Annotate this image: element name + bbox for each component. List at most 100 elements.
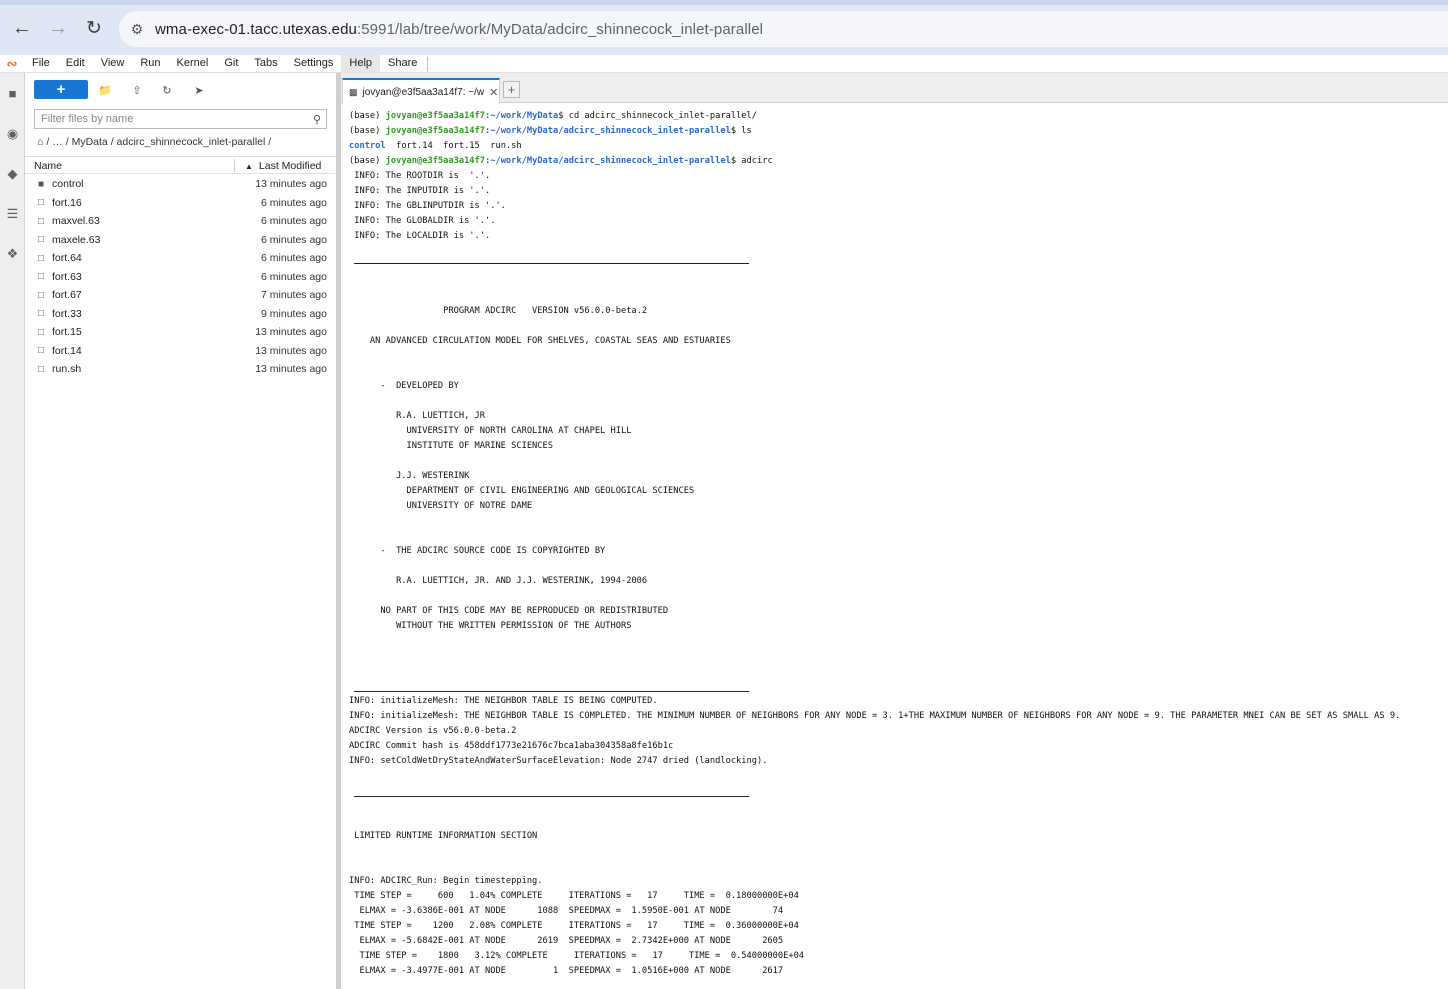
file-row-maxvel63[interactable]: □ maxvel.63 6 minutes ago [25, 212, 336, 231]
file-name: fort.63 [52, 270, 82, 283]
file-icon: □ [37, 197, 45, 208]
file-modified: 6 minutes ago [261, 270, 327, 283]
file-row-runsh[interactable]: □ run.sh 13 minutes ago [25, 360, 336, 379]
browser-tab-strip [0, 0, 1448, 5]
url-path: :5991/lab/tree/work/MyData/adcirc_shinne… [356, 20, 764, 38]
terminal-line: ADCIRC Version is v56.0.0-beta.2 [349, 726, 517, 736]
menu-share[interactable]: Share [380, 55, 425, 73]
breadcrumb-root[interactable]: / [46, 136, 49, 148]
file-modified: 13 minutes ago [255, 178, 327, 190]
menu-divider [427, 56, 429, 71]
prompt-env: (base) [349, 126, 386, 136]
menu-tabs[interactable]: Tabs [246, 55, 285, 73]
menu-edit[interactable]: Edit [58, 55, 93, 73]
git-icon[interactable]: ◆ [4, 165, 21, 182]
back-arrow-icon[interactable]: ← [8, 14, 36, 42]
file-icon: □ [37, 345, 45, 356]
terminal-line: J.J. WESTERINK [349, 471, 470, 481]
reload-icon[interactable]: ↻ [80, 14, 108, 42]
file-modified: 6 minutes ago [261, 215, 327, 227]
menubar: ∾ File Edit View Run Kernel Git Tabs Set… [0, 54, 1448, 73]
terminal-line: WITHOUT THE WRITTEN PERMISSION OF THE AU… [349, 621, 632, 631]
menu-git[interactable]: Git [216, 55, 246, 73]
terminal-line: R.A. LUETTICH, JR. AND J.J. WESTERINK, 1… [349, 576, 648, 586]
refresh-icon[interactable]: ↻ [159, 82, 175, 98]
forward-arrow-icon[interactable]: → [44, 14, 72, 42]
file-name: fort.15 [52, 326, 82, 338]
upload-icon[interactable]: ⇧ [129, 82, 145, 98]
filter-box[interactable]: ⚲ [34, 109, 327, 129]
file-name: fort.14 [52, 344, 82, 357]
file-icon: □ [37, 289, 45, 301]
menu-help[interactable]: Help [341, 54, 381, 73]
terminal-line: INFO: ADCIRC_Run: Begin timestepping. [349, 876, 543, 886]
terminal-line: ELMAX = -3.4977E-001 AT NODE 1 SPEEDMAX … [349, 966, 784, 976]
menu-settings[interactable]: Settings [286, 55, 342, 73]
file-name: maxele.63 [52, 233, 101, 246]
file-row-control[interactable]: ■ control 13 minutes ago [25, 175, 336, 194]
column-divider[interactable] [234, 159, 235, 172]
file-name: fort.64 [52, 252, 82, 264]
git-clone-icon[interactable]: ➤ [191, 82, 207, 98]
file-row-fort33[interactable]: □ fort.33 9 minutes ago [25, 305, 336, 324]
url-text[interactable]: wma-exec-01.tacc.utexas.edu:5991/lab/tre… [155, 21, 763, 38]
filter-files-input[interactable] [41, 113, 301, 125]
file-row-maxele63[interactable]: □ maxele.63 6 minutes ago [25, 231, 336, 250]
file-icon: □ [37, 252, 45, 264]
new-folder-icon[interactable]: 📁 [97, 82, 113, 98]
terminal-line: INFO: initializeMesh: THE NEIGHBOR TABLE… [349, 696, 658, 706]
tab-title: jovyan@e3f5aa3a14f7: ~/w [362, 86, 485, 98]
file-icon: □ [37, 363, 45, 375]
extensions-puzzle-icon[interactable]: ❖ [4, 245, 21, 262]
file-row-fort67[interactable]: □ fort.67 7 minutes ago [25, 286, 336, 305]
close-icon[interactable]: ✕ [489, 86, 498, 99]
folder-icon[interactable]: ■ [4, 85, 21, 102]
file-icon: □ [37, 215, 45, 227]
terminal-line: PROGRAM ADCIRC VERSION v56.0.0-beta.2 [349, 306, 648, 316]
browser-toolbar: ← → ↻ ⚙ wma-exec-01.tacc.utexas.edu:5991… [0, 0, 1448, 55]
file-row-fort63[interactable]: □ fort.63 6 minutes ago [25, 268, 336, 287]
breadcrumb-path[interactable]: / MyData / adcirc_shinnecock_inlet-paral… [66, 136, 271, 148]
ls-directory: control [349, 141, 386, 151]
main-dock-area: ▩ jovyan@e3f5aa3a14f7: ~/w ✕ + (base) jo… [341, 73, 1448, 989]
left-activity-bar: ■ ◉ ◆ ☰ ❖ [0, 73, 25, 989]
home-icon[interactable]: ⌂ [37, 136, 43, 148]
file-row-fort16[interactable]: □ fort.16 6 minutes ago [25, 194, 336, 213]
add-tab-button[interactable]: + [503, 81, 520, 98]
column-name-header[interactable]: Name [34, 160, 62, 172]
prompt-user: jovyan@e3f5aa3a14f7 [385, 156, 486, 166]
table-of-contents-icon[interactable]: ☰ [4, 205, 21, 222]
menu-view[interactable]: View [93, 55, 133, 73]
address-bar[interactable]: ⚙ wma-exec-01.tacc.utexas.edu:5991/lab/t… [119, 11, 1448, 47]
terminal-line: LIMITED RUNTIME INFORMATION SECTION [349, 831, 538, 841]
column-modified-header[interactable]: ▲ Last Modified [245, 160, 321, 172]
file-row-fort15[interactable]: □ fort.15 13 minutes ago [25, 323, 336, 342]
menu-file[interactable]: File [24, 55, 58, 73]
file-row-fort64[interactable]: □ fort.64 6 minutes ago [25, 249, 336, 268]
file-row-fort14[interactable]: □ fort.14 13 minutes ago [25, 342, 336, 361]
terminal-line: NO PART OF THIS CODE MAY BE REPRODUCED O… [349, 606, 669, 616]
terminal-line: INFO: The LOCALDIR is '.'. [349, 231, 491, 241]
file-list: ■ control 13 minutes ago □ fort.16 6 minutes… [25, 175, 336, 379]
breadcrumb: ⌂ / … / MyData / adcirc_shinnecock_inlet… [37, 135, 274, 149]
breadcrumb-ellipsis[interactable]: … [52, 136, 63, 148]
menu-run[interactable]: Run [132, 55, 168, 73]
folder-icon: ■ [37, 178, 45, 190]
terminal-rule [354, 263, 749, 264]
new-launcher-button[interactable]: + [34, 80, 88, 99]
running-kernels-icon[interactable]: ◉ [4, 125, 21, 142]
file-icon: □ [37, 234, 45, 245]
site-info-icon[interactable]: ⚙ [119, 11, 155, 47]
prompt-path: :~/work/MyData/adcirc_shinnecock_inlet-p… [485, 156, 731, 166]
terminal-line: - THE ADCIRC SOURCE CODE IS COPYRIGHTED … [349, 546, 606, 556]
file-name: control [52, 178, 84, 190]
file-icon: □ [37, 271, 45, 282]
terminal-rule [354, 796, 749, 797]
menu-kernel[interactable]: Kernel [169, 55, 217, 73]
tab-terminal[interactable]: ▩ jovyan@e3f5aa3a14f7: ~/w ✕ [342, 78, 500, 104]
terminal-line: INFO: setColdWetDryStateAndWaterSurfaceE… [349, 756, 768, 766]
file-browser-toolbar: + 📁 ⇧ ↻ ➤ [25, 79, 336, 101]
file-icon: □ [37, 308, 45, 319]
terminal-output[interactable]: (base) jovyan@e3f5aa3a14f7:~/work/MyData… [349, 109, 1439, 985]
file-modified: 9 minutes ago [261, 307, 327, 320]
